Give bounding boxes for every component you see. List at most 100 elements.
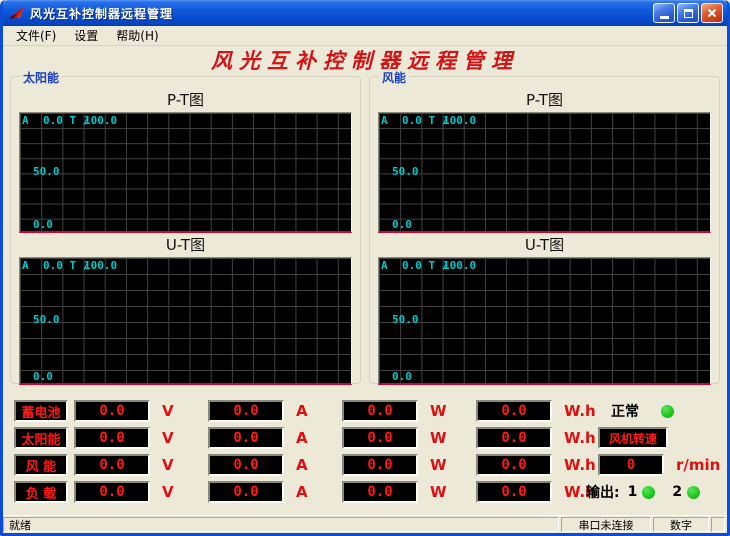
time-scale-label: 0.0 T / — [43, 114, 89, 127]
load-current-display: 0.0 — [208, 481, 284, 503]
battery-row: 蓄电池 0.0 V 0.0 A 0.0 W 0.0 W.h 正常 — [14, 400, 727, 422]
menu-help[interactable]: 帮助(H) — [107, 25, 167, 46]
axis-mid-label: 50.0 — [392, 165, 419, 178]
title-bar[interactable]: 风光互补控制器远程管理 — [3, 0, 727, 26]
axis-min-label: 0.0 — [33, 218, 53, 231]
voltage-unit: V — [162, 456, 190, 474]
load-label: 负 载 — [14, 481, 68, 503]
output-label: 输出: — [586, 482, 620, 502]
load-energy-display: 0.0 — [476, 481, 552, 503]
axis-label: A — [381, 114, 388, 127]
output2-label: 2 — [672, 484, 682, 500]
time-scale-label: 0.0 T / — [43, 259, 89, 272]
solar-ut-chart: A 0.0 T / 100.0 50.0 0.0 — [19, 257, 352, 385]
axis-min-label: 0.0 — [392, 370, 412, 383]
battery-label: 蓄电池 — [14, 400, 68, 422]
normal-status-label: 正常 — [611, 401, 639, 421]
energy-unit: W.h — [564, 456, 598, 474]
axis-label: A — [22, 259, 29, 272]
wind-label: 风 能 — [14, 454, 68, 476]
power-unit: W — [430, 402, 458, 420]
solar-row: 太阳能 0.0 V 0.0 A 0.0 W 0.0 W.h 风机转速 — [14, 427, 727, 449]
power-unit: W — [430, 429, 458, 447]
solar-groupbox: 太阳能 P-T图 A 0.0 T / 100.0 50.0 0.0 U-T图 A… — [10, 76, 361, 384]
status-end-pane — [711, 517, 725, 532]
voltage-unit: V — [162, 429, 190, 447]
app-window: 风光互补控制器远程管理 文件(F) 设置 帮助(H) 风光互补控制器远程管理 太… — [0, 0, 730, 536]
fan-speed-value-cell: 0 r/min — [598, 454, 727, 476]
solar-voltage-display: 0.0 — [74, 427, 150, 449]
wind-pt-chart-title: P-T图 — [376, 91, 713, 111]
minimize-button[interactable] — [653, 3, 675, 23]
fan-speed-label-cell: 风机转速 — [598, 427, 727, 449]
axis-label: A — [381, 259, 388, 272]
axis-label: A — [22, 114, 29, 127]
main-area: 风光互补控制器远程管理 太阳能 P-T图 A 0.0 T / 100.0 50.… — [3, 46, 727, 515]
fan-speed-label: 风机转速 — [598, 427, 668, 449]
status-led-icon — [661, 405, 674, 418]
battery-energy-display: 0.0 — [476, 400, 552, 422]
time-scale-label: 0.0 T / — [402, 114, 448, 127]
voltage-unit: V — [162, 483, 190, 501]
time-scale-label: 0.0 T / — [402, 259, 448, 272]
wind-pt-chart: A 0.0 T / 100.0 50.0 0.0 — [378, 112, 711, 233]
axis-max-label: 100.0 — [84, 114, 117, 127]
load-row: 负 载 0.0 V 0.0 A 0.0 W 0.0 W.h 输出: 1 2 — [14, 481, 727, 503]
wind-legend: 风能 — [379, 69, 409, 86]
menu-file[interactable]: 文件(F) — [7, 25, 65, 46]
window-title: 风光互补控制器远程管理 — [30, 5, 651, 22]
energy-unit: W.h — [564, 429, 598, 447]
axis-max-label: 100.0 — [84, 259, 117, 272]
battery-power-display: 0.0 — [342, 400, 418, 422]
status-bar: 就绪 串口未连接 数字 — [3, 515, 727, 533]
output1-led-icon — [642, 486, 655, 499]
fan-speed-display: 0 — [598, 454, 664, 476]
energy-unit: W.h — [564, 402, 598, 420]
battery-voltage-display: 0.0 — [74, 400, 150, 422]
axis-min-label: 0.0 — [392, 218, 412, 231]
output1-label: 1 — [628, 484, 638, 500]
status-num-pane: 数字 — [653, 517, 709, 532]
solar-label: 太阳能 — [14, 427, 68, 449]
status-num-text: 数字 — [670, 517, 692, 532]
chart-groups: 太阳能 P-T图 A 0.0 T / 100.0 50.0 0.0 U-T图 A… — [3, 76, 727, 384]
axis-min-label: 0.0 — [33, 370, 53, 383]
status-serial-text: 串口未连接 — [579, 517, 634, 532]
power-unit: W — [430, 456, 458, 474]
close-button[interactable] — [701, 3, 723, 23]
solar-current-display: 0.0 — [208, 427, 284, 449]
wind-groupbox: 风能 P-T图 A 0.0 T / 100.0 50.0 0.0 U-T图 A … — [369, 76, 720, 384]
close-icon — [707, 8, 717, 18]
wind-row: 风 能 0.0 V 0.0 A 0.0 W 0.0 W.h 0 r/min — [14, 454, 727, 476]
solar-energy-display: 0.0 — [476, 427, 552, 449]
wind-ut-chart: A 0.0 T / 100.0 50.0 0.0 — [378, 257, 711, 385]
axis-mid-label: 50.0 — [392, 313, 419, 326]
menu-bar: 文件(F) 设置 帮助(H) — [3, 26, 727, 46]
output-status-cell: 输出: 1 2 — [586, 481, 727, 503]
voltage-unit: V — [162, 402, 190, 420]
status-serial-pane: 串口未连接 — [561, 517, 651, 532]
solar-power-display: 0.0 — [342, 427, 418, 449]
menu-settings[interactable]: 设置 — [65, 25, 107, 46]
status-ready-pane: 就绪 — [3, 517, 559, 532]
wind-power-display: 0.0 — [342, 454, 418, 476]
current-unit: A — [296, 429, 324, 447]
load-power-display: 0.0 — [342, 481, 418, 503]
axis-max-label: 100.0 — [443, 114, 476, 127]
fan-speed-unit: r/min — [676, 456, 720, 474]
axis-mid-label: 50.0 — [33, 165, 60, 178]
battery-current-display: 0.0 — [208, 400, 284, 422]
app-icon — [8, 5, 26, 21]
current-unit: A — [296, 456, 324, 474]
maximize-button[interactable] — [677, 3, 699, 23]
solar-legend: 太阳能 — [20, 69, 62, 86]
axis-mid-label: 50.0 — [33, 313, 60, 326]
system-status-cell: 正常 — [598, 400, 727, 422]
current-unit: A — [296, 483, 324, 501]
maximize-icon — [684, 9, 693, 18]
wind-ut-chart-title: U-T图 — [376, 236, 713, 256]
solar-pt-chart-title: P-T图 — [17, 91, 354, 111]
measurement-panel: 蓄电池 0.0 V 0.0 A 0.0 W 0.0 W.h 正常 太阳能 0.0… — [3, 400, 727, 503]
current-unit: A — [296, 402, 324, 420]
page-title: 风光互补控制器远程管理 — [3, 48, 727, 74]
